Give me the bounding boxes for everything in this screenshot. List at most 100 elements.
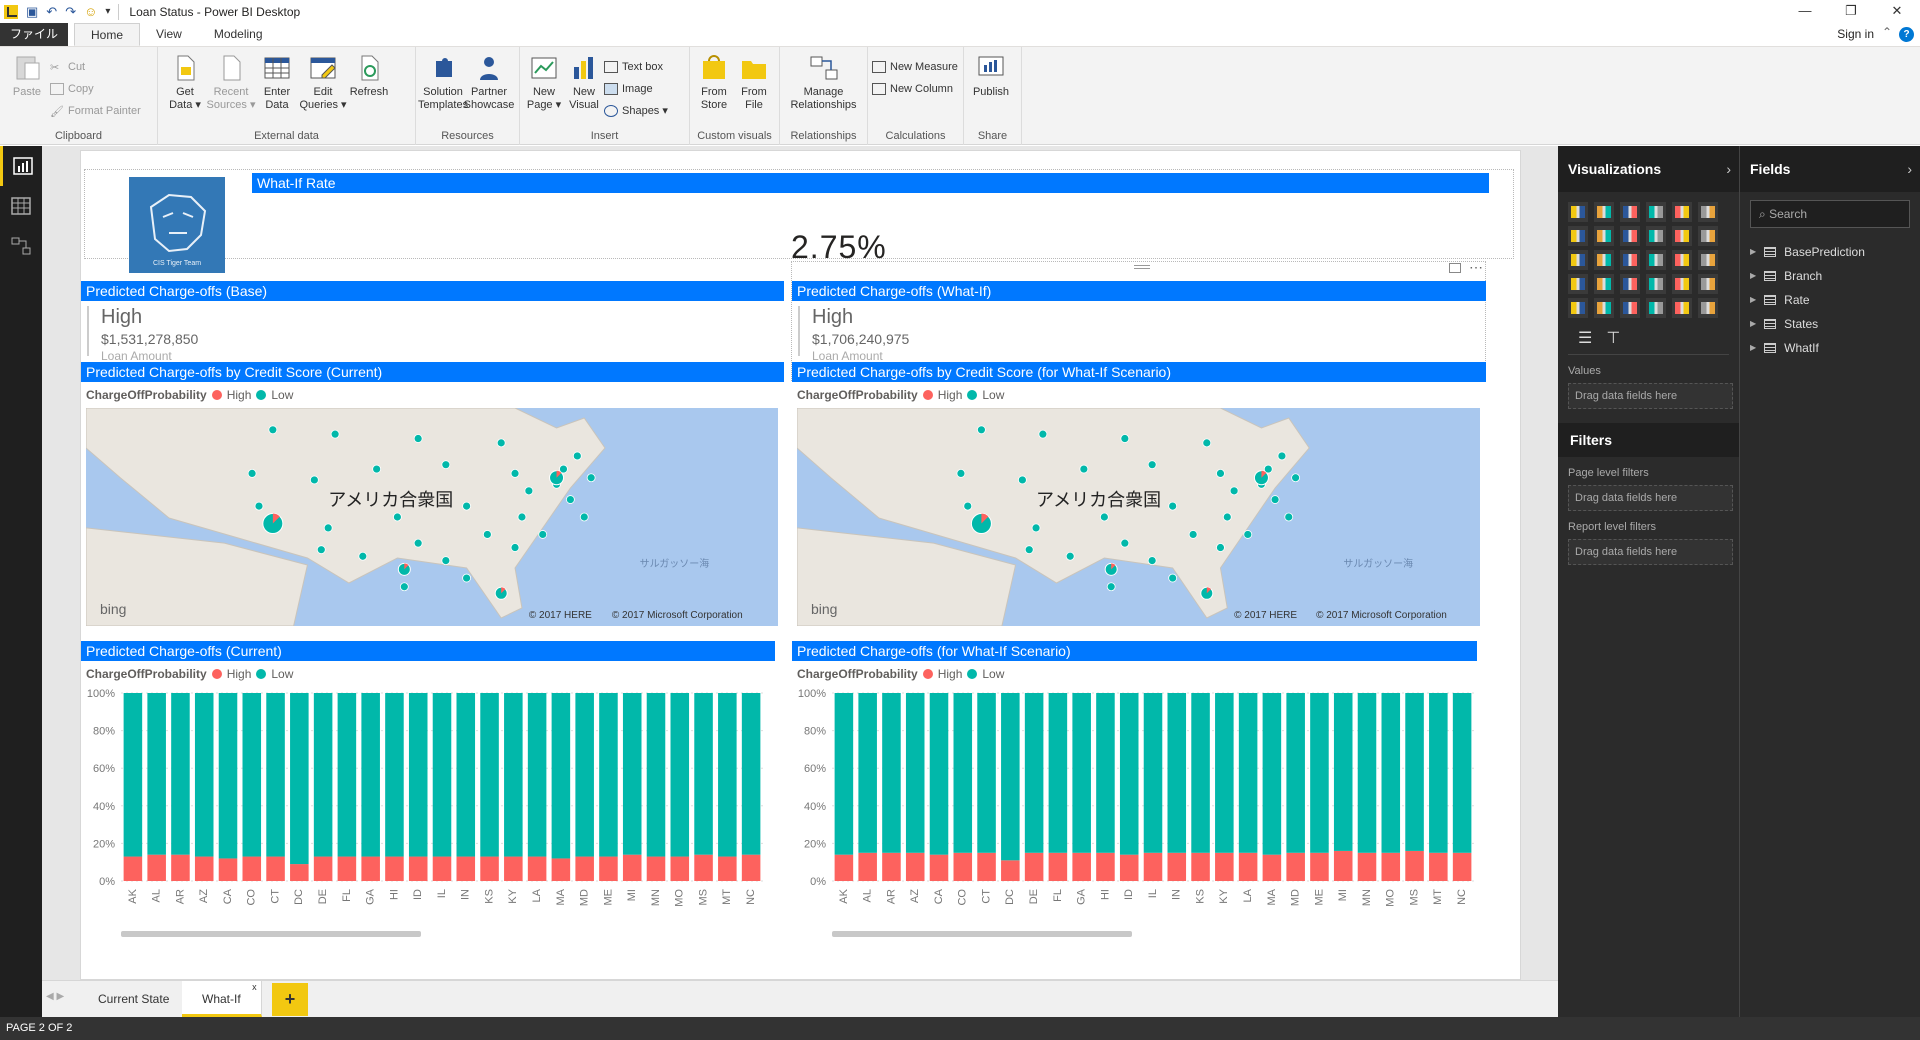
window-title: Loan Status - Power BI Desktop: [129, 4, 301, 19]
viz-globe-icon[interactable]: [1672, 298, 1692, 318]
viz-stacked-bar-icon[interactable]: [1568, 202, 1588, 222]
new-column-button[interactable]: New Column: [872, 79, 958, 98]
focus-mode-icon[interactable]: [1449, 263, 1461, 273]
viz-map-icon[interactable]: [1698, 250, 1718, 270]
more-options-icon[interactable]: ⋯: [1469, 259, 1483, 276]
viz-pie-icon[interactable]: [1620, 250, 1640, 270]
viz-100-column-icon[interactable]: [1698, 202, 1718, 222]
tab-home[interactable]: Home: [74, 23, 141, 46]
viz-kpi-icon[interactable]: [1698, 274, 1718, 294]
viz-gauge-icon[interactable]: [1620, 274, 1640, 294]
values-drop-zone[interactable]: Drag data fields here: [1568, 383, 1733, 409]
viz-matrix-icon[interactable]: [1620, 298, 1640, 318]
bar-chart-whatif[interactable]: 0% 20% 40% 60% 80% 100% AK AL AR AZ CA CO CT DC DE FL GA…: [792, 685, 1492, 977]
viz-line-column-icon[interactable]: [1646, 226, 1666, 246]
add-page-button[interactable]: +: [272, 983, 308, 1016]
bar-low-CT: [266, 693, 285, 857]
low-legend-dot: [256, 390, 267, 400]
collapse-fields-chevron-icon[interactable]: ›: [1907, 146, 1912, 192]
expand-icon[interactable]: ▶: [1750, 288, 1756, 312]
close-tab-icon[interactable]: x: [252, 969, 257, 1005]
text-box-button[interactable]: Text box: [604, 57, 668, 76]
new-measure-button[interactable]: New Measure: [872, 57, 958, 76]
viz-ribbon-icon[interactable]: [1698, 226, 1718, 246]
tab-modeling[interactable]: Modeling: [198, 23, 279, 46]
viz-line-icon[interactable]: [1568, 226, 1588, 246]
field-table-whatif[interactable]: ▶ WhatIf: [1740, 336, 1920, 360]
viz-area-icon[interactable]: [1594, 226, 1614, 246]
viz-clustered-column-icon[interactable]: [1646, 202, 1666, 222]
expand-icon[interactable]: ▶: [1750, 240, 1756, 264]
bar-high-LA: [527, 856, 547, 881]
visual-drag-handle[interactable]: [1134, 265, 1150, 269]
page-tab-current-state[interactable]: Current State: [78, 981, 191, 1017]
copy-button[interactable]: Copy: [50, 79, 141, 98]
expand-icon[interactable]: ▶: [1750, 312, 1756, 336]
viz-line-clustered-icon[interactable]: [1672, 226, 1692, 246]
map-current[interactable]: アメリカ合衆国 サルガッソー海 bing © 2017 HERE © 2017 Micr…: [86, 408, 778, 626]
collapse-viz-chevron-icon[interactable]: ›: [1726, 146, 1731, 192]
report-filters-drop-zone[interactable]: Drag data fields here: [1568, 539, 1733, 565]
viz-waterfall-icon[interactable]: [1568, 250, 1588, 270]
viz-funnel-icon[interactable]: [1594, 274, 1614, 294]
format-painter-button[interactable]: 🖌 Format Painter: [50, 101, 141, 120]
viz-slicer-icon[interactable]: [1568, 298, 1588, 318]
smiley-icon[interactable]: ☺: [84, 4, 97, 19]
viz-stacked-area-icon[interactable]: [1620, 226, 1640, 246]
undo-icon[interactable]: ↶: [46, 4, 57, 20]
field-table-rate[interactable]: ▶ Rate: [1740, 288, 1920, 312]
viz-treemap-icon[interactable]: [1672, 250, 1692, 270]
redo-icon[interactable]: ↷: [65, 4, 76, 20]
map-pie-marker: [309, 475, 319, 485]
viz-stacked-column-icon[interactable]: [1594, 202, 1614, 222]
restore-button[interactable]: ❐: [1828, 0, 1874, 23]
y-tick-label: 0%: [810, 876, 826, 888]
fields-search-input[interactable]: ⌕ Search: [1750, 200, 1910, 228]
viz-table-icon[interactable]: [1594, 298, 1614, 318]
expand-icon[interactable]: ▶: [1750, 264, 1756, 288]
bar-high-AR: [882, 852, 901, 881]
map-whatif[interactable]: アメリカ合衆国 サルガッソー海 bing © 2017 HERE © 2017 Micr…: [797, 408, 1480, 626]
viz-donut-icon[interactable]: [1646, 250, 1666, 270]
viz-multirow-card-icon[interactable]: [1646, 274, 1666, 294]
viz-clustered-bar-icon[interactable]: [1620, 202, 1640, 222]
map-pie-marker: [1229, 486, 1239, 496]
card-whatif-value: $1,706,240,975: [812, 331, 910, 347]
data-view-button[interactable]: [0, 186, 42, 226]
report-view-button[interactable]: [0, 146, 42, 186]
tab-scroll-arrows[interactable]: ◀ ▶: [46, 991, 64, 1002]
bar-low-DE: [313, 693, 333, 857]
sign-in-link[interactable]: Sign in: [1837, 27, 1874, 41]
page-tab-whatif[interactable]: What-If x: [182, 981, 262, 1017]
y-tick-label: 60%: [93, 763, 115, 775]
x-tick-label: ID: [1123, 889, 1135, 900]
page-filters-drop-zone[interactable]: Drag data fields here: [1568, 485, 1733, 511]
field-table-baseprediction[interactable]: ▶ BasePrediction: [1740, 240, 1920, 264]
collapse-ribbon-icon[interactable]: ⌃: [1882, 25, 1892, 39]
help-icon[interactable]: ?: [1899, 27, 1914, 42]
viz-card-icon[interactable]: [1672, 274, 1692, 294]
tab-view[interactable]: View: [140, 23, 198, 46]
minimize-button[interactable]: —: [1782, 0, 1828, 23]
cut-button[interactable]: ✂ Cut: [50, 57, 141, 76]
map-pie-marker: [496, 438, 506, 448]
fields-well-icon[interactable]: ☰: [1578, 328, 1592, 348]
save-icon[interactable]: ▣: [26, 4, 38, 20]
viz-glyph: [1597, 206, 1611, 218]
viz-more-icon[interactable]: [1698, 298, 1718, 318]
viz-filled-map-icon[interactable]: [1568, 274, 1588, 294]
customize-qat-icon[interactable]: ▾: [105, 6, 110, 17]
format-roller-icon[interactable]: ⊤: [1606, 328, 1620, 348]
field-table-states[interactable]: ▶ States: [1740, 312, 1920, 336]
field-table-branch[interactable]: ▶ Branch: [1740, 264, 1920, 288]
relationships-view-button[interactable]: [0, 226, 42, 266]
image-button[interactable]: Image: [604, 79, 668, 98]
expand-icon[interactable]: ▶: [1750, 336, 1756, 360]
bar-chart-current[interactable]: 0% 20% 40% 60% 80% 100% AK AL AR AZ CA CO CT DC DE FL GA…: [81, 685, 781, 977]
close-button[interactable]: ✕: [1874, 0, 1920, 23]
tab-file[interactable]: ファイル: [0, 23, 69, 46]
viz-scatter-icon[interactable]: [1594, 250, 1614, 270]
viz-100-bar-icon[interactable]: [1672, 202, 1692, 222]
viz-r-visual-icon[interactable]: [1646, 298, 1666, 318]
shapes-button[interactable]: Shapes ▾: [604, 101, 668, 120]
